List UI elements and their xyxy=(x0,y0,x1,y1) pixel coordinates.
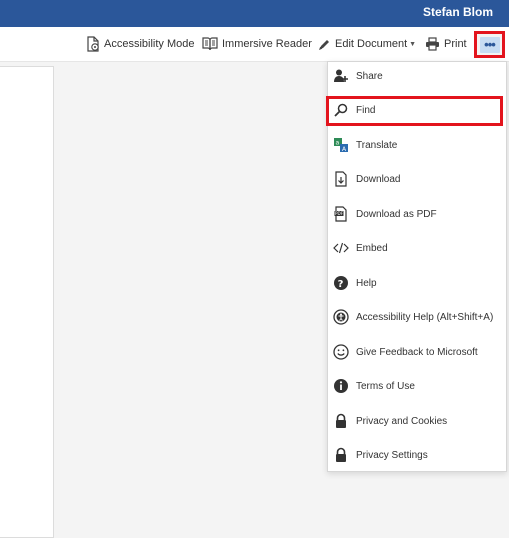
print-label: Print xyxy=(444,38,467,50)
immersive-reader-button[interactable]: Immersive Reader xyxy=(202,35,312,53)
edit-document-button[interactable]: Edit Document ▼ xyxy=(318,35,416,53)
accessibility-document-icon xyxy=(87,36,99,52)
menu-item-label: Accessibility Help (Alt+Shift+A) xyxy=(356,311,494,323)
help-icon: ? xyxy=(333,275,349,291)
menu-item-label: Share xyxy=(356,70,383,82)
menu-item-privacy-settings[interactable]: Privacy Settings xyxy=(328,441,506,469)
chevron-down-icon: ▼ xyxy=(409,40,417,48)
user-name[interactable]: Stefan Blom xyxy=(423,5,493,19)
menu-item-label: Find xyxy=(356,104,376,116)
menu-item-label: Give Feedback to Microsoft xyxy=(356,346,478,358)
ellipsis-icon: ••• xyxy=(479,36,500,53)
accessibility-mode-label: Accessibility Mode xyxy=(104,38,195,50)
accessibility-mode-button[interactable]: Accessibility Mode xyxy=(86,35,194,53)
menu-item-label: Download as PDF xyxy=(356,208,437,220)
menu-item-feedback[interactable]: Give Feedback to Microsoft xyxy=(328,338,506,366)
download-icon xyxy=(333,171,349,187)
lock-icon xyxy=(333,413,349,429)
menu-item-help[interactable]: ? Help xyxy=(328,269,506,297)
document-page[interactable] xyxy=(0,66,54,538)
menu-item-label: Terms of Use xyxy=(356,380,415,392)
svg-text:a: a xyxy=(336,140,340,147)
pdf-icon: PDF xyxy=(333,206,349,222)
accessibility-icon xyxy=(333,309,349,325)
info-icon xyxy=(333,378,349,394)
title-bar: Stefan Blom xyxy=(0,0,509,27)
menu-item-label: Download xyxy=(356,173,401,185)
translate-icon: aA xyxy=(333,137,349,153)
menu-item-label: Help xyxy=(356,277,377,289)
menu-item-accessibility-help[interactable]: Accessibility Help (Alt+Shift+A) xyxy=(328,303,506,331)
menu-item-privacy-cookies[interactable]: Privacy and Cookies xyxy=(328,407,506,435)
printer-icon xyxy=(426,37,439,51)
menu-item-share[interactable]: Share xyxy=(328,62,506,90)
menu-item-terms[interactable]: Terms of Use xyxy=(328,372,506,400)
immersive-reader-label: Immersive Reader xyxy=(222,38,312,50)
magnifier-icon xyxy=(333,102,349,118)
menu-item-label: Privacy and Cookies xyxy=(356,415,448,427)
menu-item-label: Translate xyxy=(356,139,398,151)
more-options-button[interactable]: ••• xyxy=(474,31,505,58)
menu-item-label: Privacy Settings xyxy=(356,449,428,461)
menu-item-translate[interactable]: aA Translate xyxy=(328,131,506,159)
menu-item-find[interactable]: Find xyxy=(328,96,506,124)
menu-item-label: Embed xyxy=(356,242,388,254)
menu-item-embed[interactable]: Embed xyxy=(328,234,506,262)
smiley-icon xyxy=(333,344,349,360)
menu-item-download-pdf[interactable]: PDF Download as PDF xyxy=(328,200,506,228)
menu-item-download[interactable]: Download xyxy=(328,165,506,193)
share-person-icon xyxy=(333,68,349,84)
more-options-menu: Share Find aA Translate Download PDF Dow… xyxy=(327,61,507,472)
toolbar: Accessibility Mode Immersive Reader Edit… xyxy=(0,27,509,62)
pencil-icon xyxy=(319,39,329,50)
immersive-reader-icon xyxy=(202,37,218,51)
lock-icon xyxy=(333,447,349,463)
svg-text:?: ? xyxy=(338,279,344,290)
print-button[interactable]: Print xyxy=(425,35,467,53)
embed-icon xyxy=(333,240,349,256)
edit-document-label: Edit Document xyxy=(335,38,408,50)
svg-text:PDF: PDF xyxy=(335,211,344,216)
